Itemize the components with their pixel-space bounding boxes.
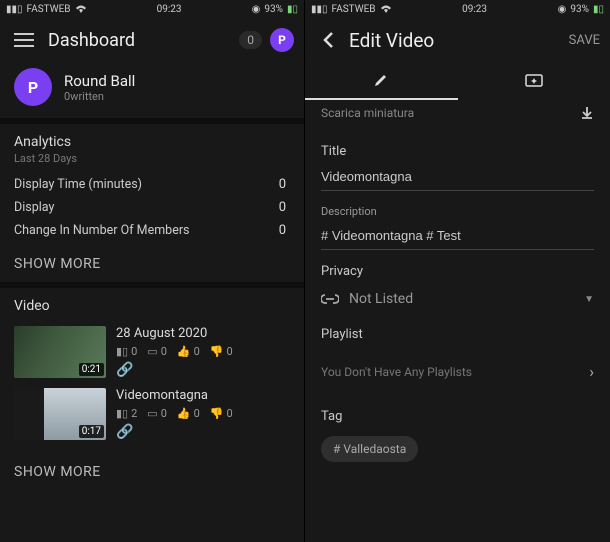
battery-charge-icon: ▮▯ xyxy=(287,4,298,15)
description-input[interactable] xyxy=(321,224,594,250)
video-thumbnail: 0:21 xyxy=(14,326,106,378)
status-bar: ▮▮▯ FASTWEB 09:23 ◉ 93% ▮▯ xyxy=(0,0,304,18)
analytics-title: Analytics xyxy=(14,134,290,150)
signal-icon: ▮▮▯ xyxy=(6,4,23,15)
link-icon[interactable]: 🔗 xyxy=(116,362,233,378)
views-count: 0 xyxy=(131,345,137,358)
chevron-down-icon: ▼ xyxy=(584,294,594,305)
dislike-icon: 👎 xyxy=(210,345,224,358)
analytics-subtitle: Last 28 Days xyxy=(14,152,290,165)
download-thumbnail-label: Scarica miniatura xyxy=(321,106,414,120)
like-icon: 👍 xyxy=(177,407,191,420)
camera-enhance-icon xyxy=(525,72,543,88)
privacy-selector[interactable]: Not Listed ▼ xyxy=(321,285,594,313)
show-more-analytics[interactable]: SHOW MORE xyxy=(0,246,304,282)
edit-header: Edit Video SAVE xyxy=(305,18,610,62)
stat-row[interactable]: Change In Number Of Members 0 xyxy=(14,219,290,242)
stat-value: 0 xyxy=(279,223,286,238)
privacy-value: Not Listed xyxy=(349,291,574,307)
stat-label: Display xyxy=(14,200,54,215)
tag-chip[interactable]: # Valledaosta xyxy=(321,436,418,462)
pencil-icon xyxy=(373,72,389,88)
channel-avatar: P xyxy=(14,68,52,106)
comments-icon: ▭ xyxy=(147,407,157,420)
stat-label: Display Time (minutes) xyxy=(14,177,142,192)
chevron-right-icon: › xyxy=(589,362,594,381)
edit-form: Scarica miniatura Title Description Priv… xyxy=(305,100,610,542)
views-icon: ▮▯ xyxy=(116,345,128,358)
description-label: Description xyxy=(321,205,594,218)
tag-label: Tag xyxy=(321,409,594,424)
carrier-label: FASTWEB xyxy=(332,4,376,15)
wifi-icon xyxy=(380,4,392,14)
back-button[interactable] xyxy=(315,26,343,54)
tab-edit[interactable] xyxy=(305,62,458,100)
video-item[interactable]: 0:17 Videomontagna ▮▯2 ▭0 👍0 👎0 🔗 xyxy=(14,388,290,440)
videos-section: Video 0:21 28 August 2020 ▮▯0 ▭0 👍0 👎0 🔗… xyxy=(0,288,304,454)
comments-icon: ▭ xyxy=(147,345,157,358)
battery-percent: 93% xyxy=(264,4,283,15)
edit-tabs xyxy=(305,62,610,100)
battery-icon: ◉ xyxy=(558,4,567,15)
title-label: Title xyxy=(321,144,594,159)
video-stats: ▮▯0 ▭0 👍0 👎0 xyxy=(116,345,233,358)
battery-icon: ◉ xyxy=(252,4,261,15)
playlist-selector[interactable]: You Don't Have Any Playlists › xyxy=(321,348,594,395)
notification-badge[interactable]: 0 xyxy=(239,31,262,49)
stat-value: 0 xyxy=(279,177,286,192)
channel-subtext: 0written xyxy=(64,90,135,103)
wifi-icon xyxy=(75,4,87,14)
show-more-videos[interactable]: SHOW MORE xyxy=(0,454,304,490)
tab-card[interactable] xyxy=(458,62,610,100)
save-button[interactable]: SAVE xyxy=(569,33,600,48)
dashboard-panel: ▮▮▯ FASTWEB 09:23 ◉ 93% ▮▯ Dashboard 0 P… xyxy=(0,0,305,542)
stat-value: 0 xyxy=(279,200,286,215)
title-input[interactable] xyxy=(321,165,594,191)
playlist-label: Playlist xyxy=(321,327,594,342)
video-thumbnail: 0:17 xyxy=(14,388,106,440)
channel-row[interactable]: P Round Ball 0written xyxy=(0,62,304,118)
views-icon: ▮▯ xyxy=(116,407,128,420)
videos-title: Video xyxy=(14,298,290,314)
dislikes-count: 0 xyxy=(226,345,232,358)
likes-count: 0 xyxy=(194,345,200,358)
playlist-empty-text: You Don't Have Any Playlists xyxy=(321,365,472,379)
battery-charge-icon: ▮▯ xyxy=(593,4,604,15)
video-title: Videomontagna xyxy=(116,388,233,403)
dislike-icon: 👎 xyxy=(210,407,224,420)
like-icon: 👍 xyxy=(177,345,191,358)
analytics-section: Analytics Last 28 Days Display Time (min… xyxy=(0,124,304,246)
link-icon[interactable]: 🔗 xyxy=(116,424,233,440)
download-thumbnail-row[interactable]: Scarica miniatura xyxy=(321,100,594,130)
page-title: Dashboard xyxy=(48,30,135,51)
video-item[interactable]: 0:21 28 August 2020 ▮▯0 ▭0 👍0 👎0 🔗 xyxy=(14,326,290,378)
clock: 09:23 xyxy=(157,4,182,15)
stat-row[interactable]: Display 0 xyxy=(14,196,290,219)
video-duration: 0:17 xyxy=(79,425,104,438)
download-icon xyxy=(580,106,594,120)
likes-count: 0 xyxy=(194,407,200,420)
carrier-label: FASTWEB xyxy=(27,4,71,15)
page-title: Edit Video xyxy=(349,29,434,52)
dislikes-count: 0 xyxy=(226,407,232,420)
signal-icon: ▮▮▯ xyxy=(311,4,328,15)
comments-count: 0 xyxy=(161,345,167,358)
stat-label: Change In Number Of Members xyxy=(14,223,190,238)
video-duration: 0:21 xyxy=(79,363,104,376)
hamburger-icon[interactable] xyxy=(10,26,38,54)
battery-percent: 93% xyxy=(570,4,589,15)
app-header: Dashboard 0 P xyxy=(0,18,304,62)
channel-name: Round Ball xyxy=(64,72,135,90)
edit-video-panel: ▮▮▯ FASTWEB 09:23 ◉ 93% ▮▯ Edit Video SA… xyxy=(305,0,610,542)
status-bar: ▮▮▯ FASTWEB 09:23 ◉ 93% ▮▯ xyxy=(305,0,610,18)
link-icon xyxy=(321,293,339,305)
video-title: 28 August 2020 xyxy=(116,326,233,341)
avatar[interactable]: P xyxy=(270,28,294,52)
comments-count: 0 xyxy=(161,407,167,420)
clock: 09:23 xyxy=(462,4,487,15)
stat-row[interactable]: Display Time (minutes) 0 xyxy=(14,173,290,196)
video-stats: ▮▯2 ▭0 👍0 👎0 xyxy=(116,407,233,420)
privacy-label: Privacy xyxy=(321,264,594,279)
views-count: 2 xyxy=(131,407,137,420)
